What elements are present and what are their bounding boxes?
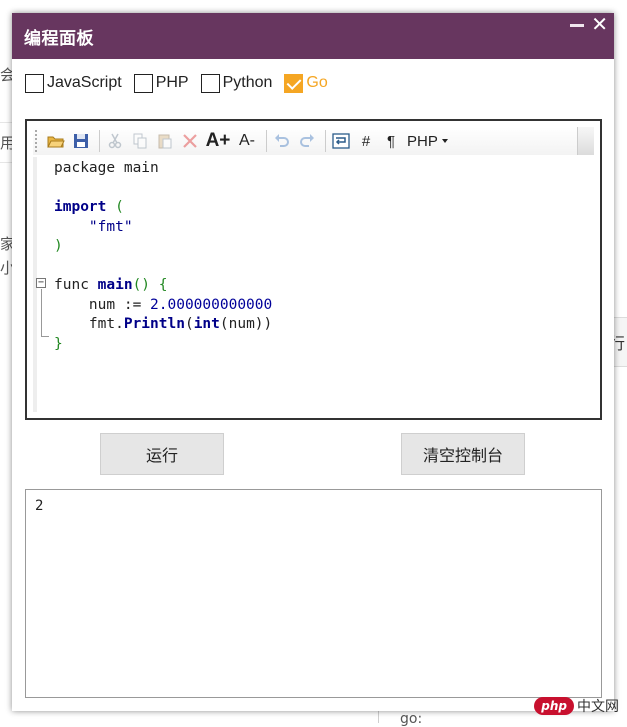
language-option-python[interactable]: Python	[200, 73, 273, 93]
redo-icon[interactable]	[296, 130, 318, 152]
word-wrap-icon[interactable]	[330, 130, 352, 152]
code-editor[interactable]: A+ A- # ¶ PHP − package main​im	[25, 119, 602, 420]
checkbox[interactable]	[200, 73, 220, 93]
copy-icon[interactable]	[129, 130, 151, 152]
toolbar-grip	[35, 130, 41, 152]
code-content[interactable]: package main​import ( "fmt")​func main()…	[54, 159, 272, 354]
cut-icon[interactable]	[104, 130, 126, 152]
language-option-php[interactable]: PHP	[133, 73, 189, 93]
toolbar-overflow-button[interactable]	[577, 127, 594, 155]
console-output[interactable]: 2	[25, 489, 602, 698]
language-option-javascript[interactable]: JavaScript	[25, 73, 122, 93]
close-icon[interactable]: ✕	[591, 13, 608, 37]
code-line: ​	[54, 257, 272, 277]
toolbar-separator	[325, 130, 326, 152]
toolbar-separator	[99, 130, 100, 152]
pilcrow-icon[interactable]: ¶	[380, 130, 402, 152]
checkbox-checked[interactable]	[284, 73, 304, 93]
toolbar-separator	[266, 130, 267, 152]
save-icon[interactable]	[70, 130, 92, 152]
watermark: php 中文网	[534, 696, 619, 716]
syntax-language-dropdown[interactable]: PHP	[407, 133, 448, 150]
delete-icon[interactable]	[179, 130, 201, 152]
code-line: ​	[54, 179, 272, 199]
language-label: PHP	[155, 74, 189, 91]
code-line: )	[54, 238, 63, 254]
checkbox[interactable]	[133, 73, 153, 93]
code-line: fmt.Println(int(num))	[54, 316, 273, 332]
line-numbers-icon[interactable]: #	[355, 130, 377, 152]
language-option-go[interactable]: Go	[284, 73, 328, 93]
font-increase-icon[interactable]: A+	[204, 130, 232, 152]
editor-toolbar: A+ A- # ¶ PHP	[33, 127, 594, 155]
code-line: }	[54, 335, 63, 352]
clear-console-button[interactable]: 清空控制台	[401, 433, 525, 475]
watermark-text: 中文网	[577, 699, 619, 715]
language-label: Go	[306, 74, 328, 91]
undo-icon[interactable]	[271, 130, 293, 152]
fold-guide-end	[41, 336, 49, 337]
language-label: Python	[222, 74, 273, 91]
background-divider	[378, 711, 379, 723]
coding-panel-dialog: 编程面板 ✕ JavaScript PHP Python Go A+ A- # …	[12, 13, 614, 711]
code-line: import (	[54, 199, 124, 215]
code-line: func main() {	[54, 277, 168, 293]
dialog-titlebar[interactable]: 编程面板 ✕	[12, 13, 614, 59]
paste-icon[interactable]	[154, 130, 176, 152]
checkbox[interactable]	[25, 73, 44, 93]
language-selector: JavaScript PHP Python Go	[25, 71, 340, 95]
code-line: num := 2.000000000000	[54, 296, 273, 313]
fold-toggle-icon[interactable]: −	[36, 278, 46, 288]
background-text: go:	[400, 711, 423, 727]
syntax-language-label: PHP	[407, 132, 438, 150]
language-label: JavaScript	[47, 74, 122, 91]
code-line: package main	[54, 160, 159, 176]
watermark-logo: php	[534, 697, 574, 715]
open-folder-icon[interactable]	[45, 130, 67, 152]
minimize-button[interactable]	[570, 24, 584, 27]
dialog-title: 编程面板	[24, 28, 94, 49]
fold-guide	[41, 289, 42, 336]
run-button[interactable]: 运行	[100, 433, 224, 475]
font-decrease-icon[interactable]: A-	[235, 130, 259, 152]
chevron-down-icon	[441, 139, 448, 143]
code-line: "fmt"	[88, 218, 133, 235]
